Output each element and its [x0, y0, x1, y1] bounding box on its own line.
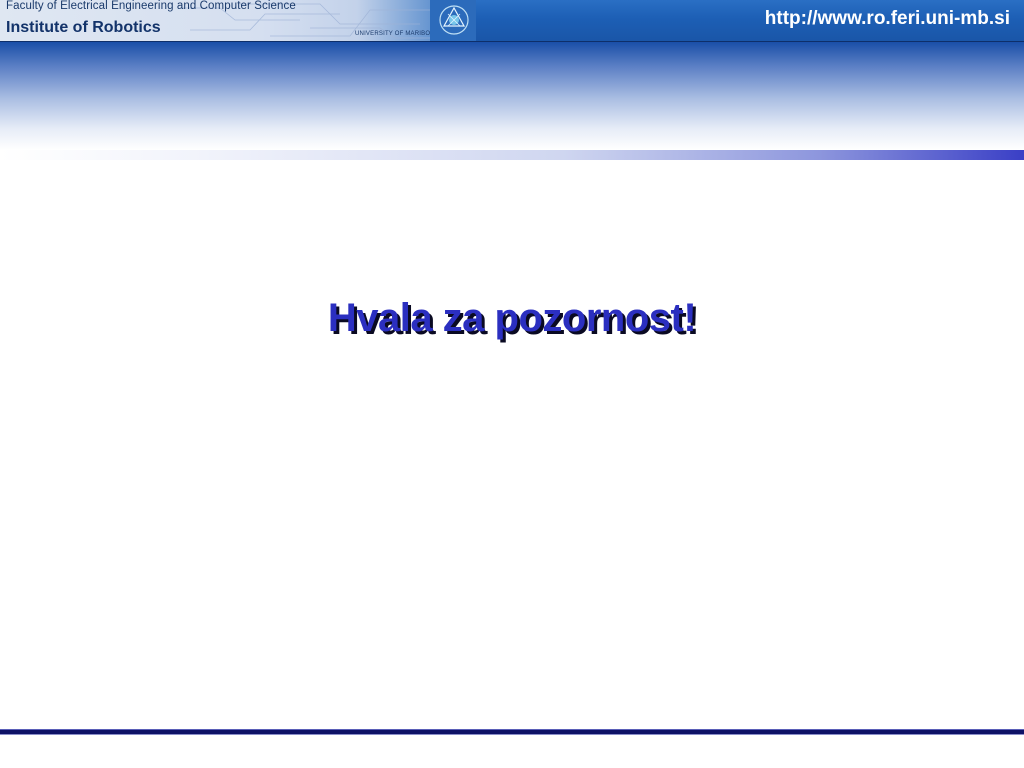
faculty-name: Faculty of Electrical Engineering and Co… [6, 0, 296, 12]
university-name: UNIVERSITY OF MARIBOR [355, 31, 435, 37]
header-gradient [0, 42, 1024, 150]
slide-title: Hvala za pozornost! [327, 296, 697, 340]
institute-name: Institute of Robotics [6, 19, 161, 36]
header-banner: Faculty of Electrical Engineering and Co… [0, 0, 476, 41]
header-bar: Faculty of Electrical Engineering and Co… [0, 0, 1024, 42]
website-url: http://www.ro.feri.uni-mb.si [764, 8, 1010, 29]
accent-stripe [0, 150, 1024, 160]
footer-divider [0, 729, 1024, 735]
university-logo-icon [430, 0, 476, 41]
slide: Faculty of Electrical Engineering and Co… [0, 0, 1024, 768]
